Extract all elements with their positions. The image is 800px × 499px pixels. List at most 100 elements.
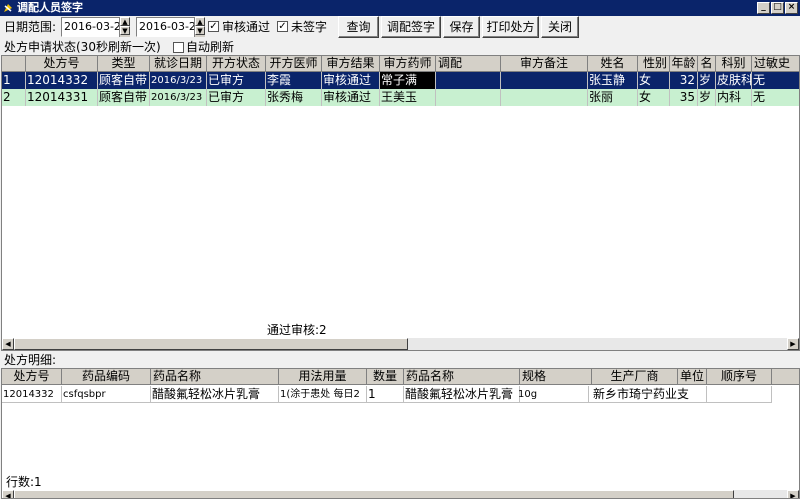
grid-header-cell[interactable]: 开方医师 — [266, 56, 322, 72]
cell-type[interactable]: 顾客自带 — [98, 72, 150, 89]
unsigned-label: 未签字 — [291, 20, 328, 34]
grid-header-cell[interactable]: 性别 — [638, 56, 670, 72]
spin-down-icon[interactable]: ▼ — [120, 26, 130, 35]
cell-order-no[interactable] — [707, 386, 772, 403]
grid-header-cell[interactable] — [772, 369, 799, 385]
scroll-thumb[interactable] — [14, 490, 734, 498]
cell-dispense[interactable] — [436, 89, 501, 106]
table-row[interactable]: 1 12014332 顾客自带 2016/3/23 1 已审方 李霞 审核通过 … — [2, 72, 799, 89]
sign-button[interactable]: 调配签字 — [381, 16, 441, 38]
unsigned-checkbox[interactable]: ✓ — [277, 21, 288, 32]
grid-header-cell[interactable]: 处方号 — [26, 56, 98, 72]
date-to-input[interactable]: 2016-03-23 ▲ ▼ — [136, 17, 205, 37]
cell-drug-code[interactable]: csfqsbpr — [62, 386, 151, 403]
spin-up-icon[interactable]: ▲ — [195, 17, 205, 26]
cell-drug-name[interactable]: 醋酸氟轻松冰片乳膏 — [151, 386, 279, 403]
table-row[interactable]: 2 12014331 顾客自带 2016/3/23 1: 已审方 张秀梅 审核通… — [2, 89, 799, 106]
spin-up-icon[interactable]: ▲ — [120, 17, 130, 26]
grid-header-cell[interactable]: 药品名称 — [404, 369, 520, 385]
query-button[interactable]: 查询 — [338, 16, 379, 38]
close-window-button[interactable]: × — [785, 2, 798, 14]
cell-gender[interactable]: 女 — [638, 89, 670, 106]
cell-spec[interactable]: 10g — [517, 386, 589, 403]
scroll-left-icon[interactable]: ◀ — [2, 490, 14, 498]
grid-header-cell[interactable]: 药品编码 — [62, 369, 151, 385]
grid-header-cell[interactable]: 开方状态 — [207, 56, 266, 72]
cell-allergy[interactable]: 无 — [752, 72, 799, 89]
grid-header-cell[interactable]: 顺序号 — [707, 369, 772, 385]
grid-header-cell[interactable]: 药品名称 — [151, 369, 279, 385]
grid-header-cell[interactable]: 审方备注 — [501, 56, 588, 72]
scroll-left-icon[interactable]: ◀ — [2, 338, 14, 350]
grid-header-cell[interactable]: 科别 — [716, 56, 752, 72]
cell-review-result[interactable]: 审核通过 — [322, 72, 380, 89]
cell-pharmacist[interactable]: 常子满 — [380, 72, 436, 89]
cell-dept[interactable]: 皮肤科 — [716, 72, 752, 89]
minimize-button[interactable]: _ — [757, 2, 770, 14]
cell-doctor[interactable]: 李霞 — [266, 72, 322, 89]
grid-header-cell[interactable]: 类型 — [98, 56, 150, 72]
grid-header-cell[interactable]: 处方号 — [2, 369, 62, 385]
table-row[interactable]: 12014332 csfqsbpr 醋酸氟轻松冰片乳膏 1(涂于患处 每日2 1… — [2, 386, 772, 403]
cell-age[interactable]: 32 — [670, 72, 698, 89]
date-range-label: 日期范围: — [4, 20, 57, 34]
grid-header-cell[interactable]: 就诊日期 — [150, 56, 207, 72]
cell-visit-date[interactable]: 2016/3/23 1: — [150, 89, 207, 106]
auto-refresh-checkbox[interactable] — [173, 42, 184, 53]
grid-header-cell[interactable]: 生产厂商 — [592, 369, 678, 385]
date-from-input[interactable]: 2016-03-23 ▲ ▼ — [61, 17, 130, 37]
cell-allergy[interactable]: 无 — [752, 89, 799, 106]
grid-header-cell[interactable]: 年龄 — [670, 56, 698, 72]
cell-rx-status[interactable]: 已审方 — [207, 89, 266, 106]
spin-down-icon[interactable]: ▼ — [195, 26, 205, 35]
cell-age-unit[interactable]: 岁 — [698, 89, 716, 106]
cell-dept[interactable]: 内科 — [716, 89, 752, 106]
cell-dispense[interactable] — [436, 72, 501, 89]
grid-header-cell[interactable]: 审方结果 — [322, 56, 380, 72]
print-button[interactable]: 打印处方 — [482, 16, 539, 38]
cell-gender[interactable]: 女 — [638, 72, 670, 89]
approved-checkbox[interactable]: ✓ — [208, 21, 219, 32]
date-from-spinner[interactable]: ▲ ▼ — [119, 17, 130, 37]
grid-header-cell[interactable]: 数量 — [367, 369, 404, 385]
grid-header-cell[interactable]: 用法用量 — [279, 369, 367, 385]
cell-visit-date[interactable]: 2016/3/23 1 — [150, 72, 207, 89]
cell-rx-status[interactable]: 已审方 — [207, 72, 266, 89]
cell-usage[interactable]: 1(涂于患处 每日2 — [279, 386, 367, 403]
grid-header-cell[interactable]: 过敏史 — [752, 56, 799, 72]
scroll-thumb[interactable] — [14, 338, 408, 350]
cell-age-unit[interactable]: 岁 — [698, 72, 716, 89]
status-label: 处方申请状态(30秒刷新一次) — [4, 40, 161, 54]
cell-rx-no[interactable]: 12014332 — [2, 386, 62, 403]
row-number: 1 — [2, 72, 26, 89]
cell-name[interactable]: 张玉静 — [588, 72, 638, 89]
main-horizontal-scrollbar[interactable]: ◀ ▶ — [2, 338, 799, 350]
cell-rx-no[interactable]: 12014332 — [26, 72, 98, 89]
grid-header-cell[interactable]: 规格 — [520, 369, 592, 385]
cell-age[interactable]: 35 — [670, 89, 698, 106]
cell-rx-no[interactable]: 12014331 — [26, 89, 98, 106]
scroll-right-icon[interactable]: ▶ — [787, 338, 799, 350]
cell-name[interactable]: 张丽 — [588, 89, 638, 106]
cell-type[interactable]: 顾客自带 — [98, 89, 150, 106]
grid-header-cell[interactable]: 姓名 — [588, 56, 638, 72]
cell-manufacturer[interactable]: 新乡市琦宁药业支 — [592, 386, 707, 403]
maximize-button[interactable]: □ — [771, 2, 784, 14]
detail-horizontal-scrollbar[interactable]: ◀ ▶ — [2, 490, 799, 498]
grid-header-cell[interactable]: 名 — [698, 56, 716, 72]
cell-review-result[interactable]: 审核通过 — [322, 89, 380, 106]
scroll-right-icon[interactable]: ▶ — [787, 490, 799, 498]
cell-quantity[interactable]: 1 — [367, 386, 404, 403]
save-button[interactable]: 保存 — [443, 16, 480, 38]
cell-review-note[interactable] — [501, 89, 588, 106]
close-button[interactable]: 关闭 — [541, 16, 579, 38]
date-to-spinner[interactable]: ▲ ▼ — [194, 17, 205, 37]
cell-review-note[interactable] — [501, 72, 588, 89]
grid-header-cell[interactable]: 单位 — [678, 369, 707, 385]
cell-drug-name-2[interactable]: 醋酸氟轻松冰片乳膏 — [404, 386, 520, 403]
grid-header-cell[interactable]: 调配 — [436, 56, 501, 72]
grid-header: 处方号 类型 就诊日期 开方状态 开方医师 审方结果 审方药师 调配 审方备注 … — [2, 56, 799, 72]
grid-header-cell[interactable]: 审方药师 — [380, 56, 436, 72]
cell-pharmacist[interactable]: 王美玉 — [380, 89, 436, 106]
cell-doctor[interactable]: 张秀梅 — [266, 89, 322, 106]
